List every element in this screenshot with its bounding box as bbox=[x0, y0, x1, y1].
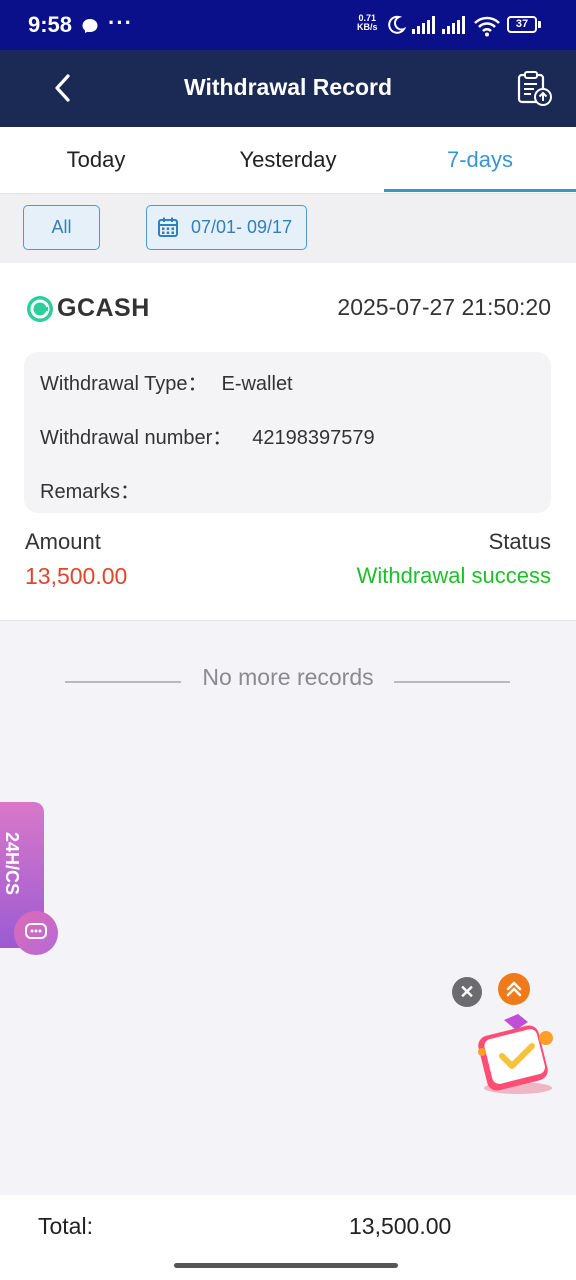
chat-icon bbox=[25, 923, 47, 939]
battery-tip bbox=[538, 21, 541, 28]
divider-right bbox=[394, 681, 510, 683]
status-value: Withdrawal success bbox=[356, 563, 551, 588]
customer-service-label: 24H/CS bbox=[2, 832, 22, 896]
calendar-icon bbox=[158, 217, 178, 237]
tab-yesterday[interactable]: Yesterday bbox=[192, 127, 384, 193]
remarks-row: Remarks： bbox=[40, 475, 140, 504]
wifi-icon bbox=[474, 16, 500, 37]
signal-icon-2 bbox=[442, 16, 465, 34]
date-range-button[interactable]: 07/01- 09/17 bbox=[146, 205, 307, 250]
filter-all-button[interactable]: All bbox=[23, 205, 100, 250]
withdrawal-number-row: Withdrawal number： 42198397579 bbox=[40, 421, 375, 450]
status-label: Status bbox=[488, 529, 551, 554]
no-more-records-text: No more records bbox=[202, 664, 374, 690]
more-notifications-icon: ··· bbox=[108, 10, 133, 35]
remarks-label: Remarks： bbox=[40, 481, 141, 503]
gesture-handle[interactable] bbox=[174, 1263, 398, 1268]
clipboard-upload-icon[interactable] bbox=[516, 71, 554, 107]
date-range-label: 07/01- 09/17 bbox=[191, 217, 293, 237]
double-chevron-up-icon bbox=[506, 981, 522, 997]
app-header: Withdrawal Record bbox=[0, 50, 576, 127]
no-more-records: No more records bbox=[0, 664, 576, 698]
total-label: Total: bbox=[38, 1213, 93, 1239]
battery-level: 37 bbox=[515, 18, 529, 30]
network-speed: 0.71 KB/s bbox=[357, 13, 378, 32]
page-title: Withdrawal Record bbox=[183, 74, 393, 100]
record-datetime: 2025-07-27 21:50:20 bbox=[337, 294, 551, 320]
scroll-top-icon[interactable] bbox=[498, 973, 530, 1005]
close-icon[interactable]: ✕ bbox=[452, 977, 482, 1007]
withdrawal-number-value: 42198397579 bbox=[252, 427, 375, 449]
tab-7-days[interactable]: 7-days bbox=[384, 127, 576, 193]
do-not-disturb-moon-icon bbox=[388, 15, 406, 34]
record-details: Withdrawal Type： E-wallet Withdrawal numb… bbox=[24, 352, 551, 513]
gift-box-icon[interactable] bbox=[472, 1012, 562, 1097]
battery-icon: 37 bbox=[507, 16, 537, 33]
filter-bar: All 07/01- 09/17 bbox=[0, 193, 576, 264]
gcash-logo-icon bbox=[27, 296, 53, 322]
amount-label: Amount bbox=[25, 529, 101, 554]
withdrawal-type-label: Withdrawal Type： bbox=[40, 373, 208, 395]
total-value: 13,500.00 bbox=[349, 1213, 452, 1239]
total-footer: Total: 13,500.00 bbox=[0, 1195, 576, 1280]
amount-value: 13,500.00 bbox=[25, 563, 128, 589]
provider-name: GCASH bbox=[57, 294, 150, 322]
withdrawal-type-value: E-wallet bbox=[221, 373, 293, 395]
withdrawal-type-row: Withdrawal Type： E-wallet bbox=[40, 367, 293, 396]
signal-icon bbox=[412, 16, 435, 34]
status-time: 9:58 bbox=[28, 12, 73, 37]
status-bar: 9:58 ··· 0.71 KB/s 37 bbox=[0, 0, 576, 50]
messenger-icon bbox=[82, 19, 98, 33]
withdrawal-record-card[interactable]: GCASH 2025-07-27 21:50:20 Withdrawal Typ… bbox=[0, 263, 576, 621]
active-tab-indicator bbox=[384, 189, 576, 192]
withdrawal-number-label: Withdrawal number： bbox=[40, 427, 233, 449]
chat-bubble-icon[interactable] bbox=[14, 911, 58, 955]
date-tabs: Today Yesterday 7-days bbox=[0, 127, 576, 193]
tab-today[interactable]: Today bbox=[0, 127, 192, 193]
